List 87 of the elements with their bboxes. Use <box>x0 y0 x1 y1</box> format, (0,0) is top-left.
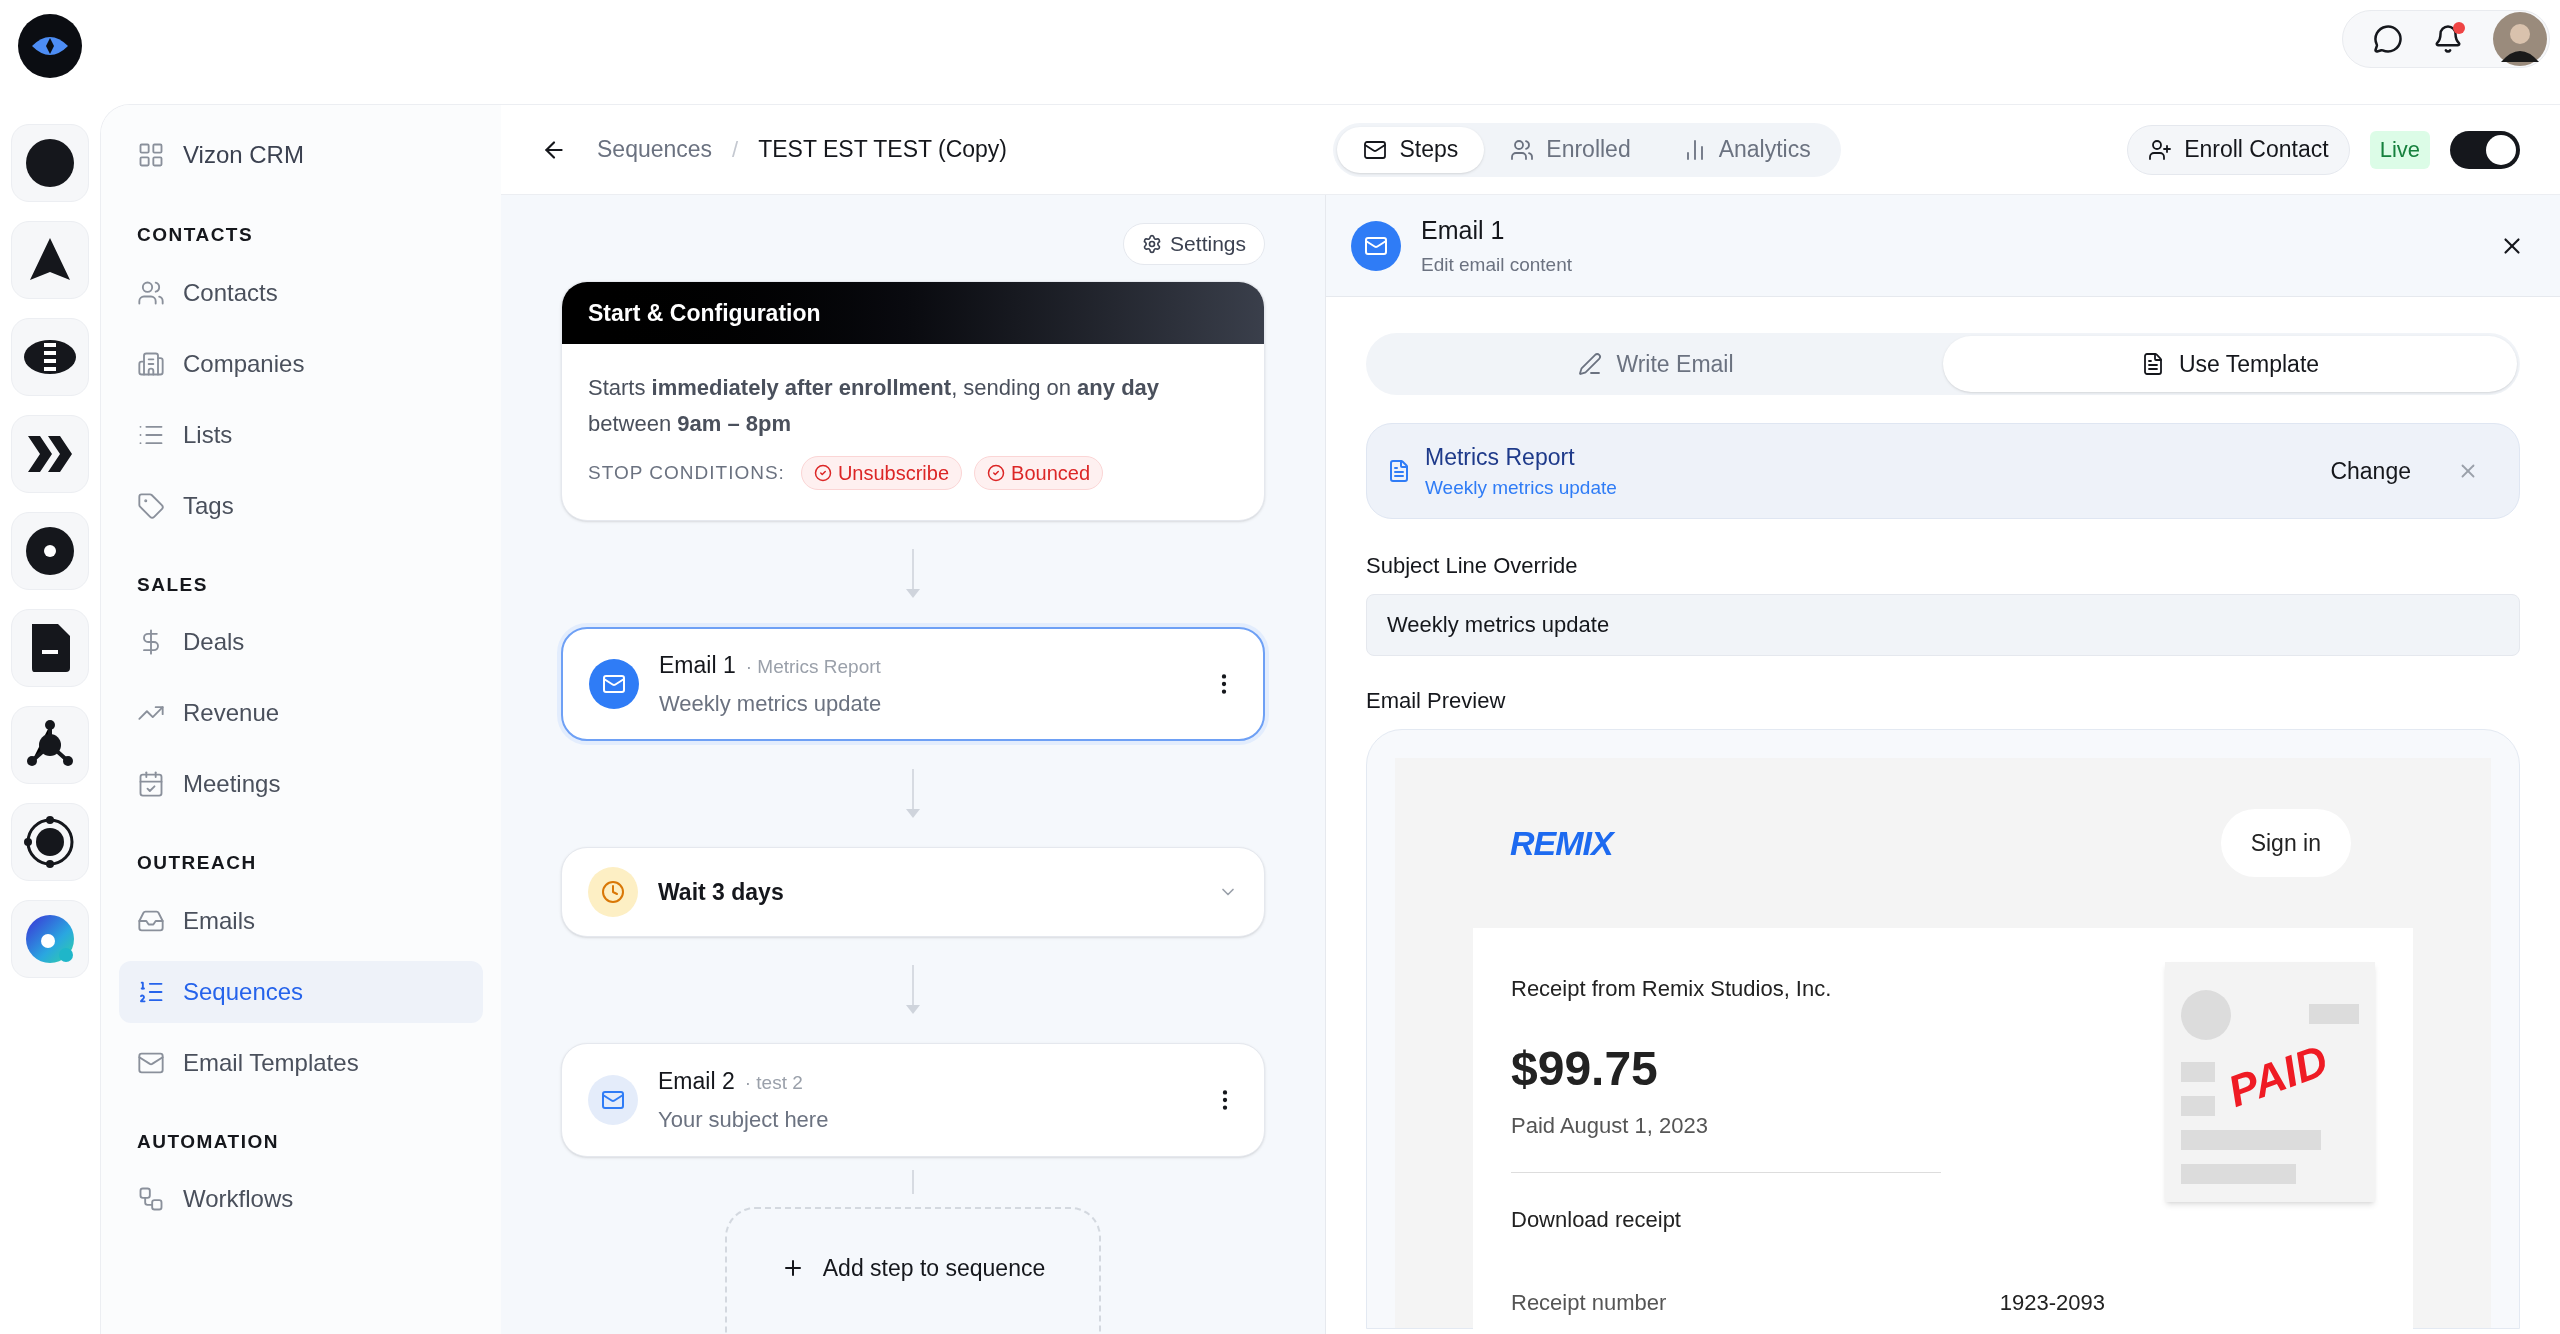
sidebar-item[interactable]: Revenue <box>119 682 483 744</box>
sidebar-item[interactable]: Emails <box>119 889 483 952</box>
mode-tab[interactable]: Write Email <box>1369 336 1943 392</box>
tag-icon <box>137 491 165 520</box>
download-link[interactable]: Download receipt <box>1511 1203 2105 1236</box>
app-button[interactable] <box>11 803 89 881</box>
app-button[interactable] <box>11 124 89 202</box>
step-template: · test 2 <box>744 1071 803 1096</box>
grid-icon <box>137 141 165 169</box>
brand-logo: REMIX <box>1510 822 1613 864</box>
user-plus-icon <box>2148 137 2173 162</box>
app-button[interactable] <box>11 609 89 687</box>
sidebar-item[interactable]: Lists <box>119 403 483 466</box>
step-title: Wait 3 days <box>658 877 785 907</box>
start-description: Starts immediately after enrollment, sending on any day between 9am – 8pm <box>588 374 1161 438</box>
stop-conditions-label: STOP CONDITIONS: <box>588 460 785 485</box>
sidebar-item[interactable]: Email Templates <box>119 1031 483 1094</box>
check-circle-icon <box>987 464 1006 482</box>
breadcrumb-separator: / <box>732 136 739 164</box>
check-circle-icon <box>813 464 832 482</box>
clock-icon <box>601 880 625 904</box>
paid-date: Paid August 1, 2023 <box>1511 1112 1709 1140</box>
app-button[interactable] <box>11 706 89 784</box>
document-icon <box>1387 459 1411 483</box>
workflow-icon <box>137 1185 165 1213</box>
paid-stamp-text: PAID <box>2222 1037 2334 1115</box>
receipt-from: Receipt from Remix Studios, Inc. <box>1511 975 1833 1003</box>
subject-field[interactable]: Weekly metrics update <box>1366 594 2520 656</box>
section-heading: SALES <box>136 572 209 597</box>
add-step-button[interactable]: Add step to sequence <box>725 1207 1101 1334</box>
workspace-name: Vizon CRM <box>183 140 304 170</box>
sidebar-item[interactable]: Companies <box>119 332 483 395</box>
live-toggle[interactable] <box>2450 130 2520 169</box>
sidebar-item[interactable]: Meetings <box>119 753 483 815</box>
section-heading: OUTREACH <box>136 851 258 875</box>
pen-icon <box>1578 352 1603 376</box>
field-label: Subject Line Override <box>1366 552 1579 580</box>
section-heading: CONTACTS <box>136 223 255 247</box>
step-subject: Weekly metrics update <box>659 689 883 718</box>
field-label: Email Preview <box>1366 687 1507 715</box>
stop-condition-tag: Unsubscribe <box>800 456 963 490</box>
sign-in-button[interactable]: Sign in <box>2220 809 2351 877</box>
section-heading: AUTOMATION <box>136 1129 280 1154</box>
app-button[interactable] <box>11 415 89 493</box>
app-button[interactable] <box>11 318 89 396</box>
start-card-title: Start & Configuration <box>562 282 1264 344</box>
editor-subtitle: Edit email content <box>1421 253 1574 277</box>
app-button[interactable] <box>11 221 89 299</box>
bell-icon <box>2433 24 2463 54</box>
template-subject: Weekly metrics update <box>1425 476 1618 500</box>
notification-button[interactable] <box>2433 24 2463 54</box>
receipt-number: 1923-2093 <box>1999 1289 2105 1317</box>
view-tab[interactable]: Enrolled <box>1484 126 1657 173</box>
mode-tab[interactable]: Use Template <box>1943 336 2517 392</box>
chat-icon[interactable] <box>2373 24 2403 54</box>
view-tab[interactable]: Analytics <box>1656 126 1837 173</box>
template-name: Metrics Report <box>1425 442 1576 472</box>
amount: $99.75 <box>1511 1041 1659 1097</box>
avatar[interactable] <box>2493 12 2547 66</box>
envelope-icon <box>602 672 626 696</box>
breadcrumb-current: TEST EST TEST (Copy) <box>758 135 1008 165</box>
stop-condition-tag: Bounced <box>974 456 1104 490</box>
status-badge: Live <box>2369 130 2430 169</box>
view-tab[interactable]: Steps <box>1337 126 1485 173</box>
sidebar-item[interactable]: Contacts <box>119 261 483 324</box>
enroll-contact-button[interactable]: Enroll Contact <box>2127 124 2350 175</box>
change-button[interactable]: Change <box>2320 449 2421 493</box>
settings-button[interactable]: Settings <box>1123 223 1265 265</box>
people-icon <box>1510 137 1535 162</box>
wait-step-card[interactable]: Wait 3 days <box>561 847 1265 937</box>
app-logo[interactable] <box>18 14 82 78</box>
sidebar-item[interactable]: Sequences <box>119 960 483 1023</box>
sidebar-item[interactable]: Tags <box>119 474 483 537</box>
step-title: Email 1 <box>659 651 736 681</box>
editor-title: Email 1 <box>1421 214 1506 246</box>
step-title: Email 2 <box>658 1067 735 1097</box>
sidebar-item[interactable]: Deals <box>119 611 483 673</box>
calendar-icon <box>137 770 165 798</box>
envelope-icon <box>601 1088 625 1112</box>
settings-icon <box>1142 234 1163 254</box>
receipt-label: Receipt number <box>1511 1289 1667 1317</box>
step-template: · Metrics Report <box>745 655 881 680</box>
step-subject: Your subject here <box>658 1105 830 1134</box>
app-button[interactable] <box>11 512 89 590</box>
breadcrumb-link[interactable]: Sequences <box>597 132 713 167</box>
sidebar-item[interactable]: Workflows <box>119 1168 483 1230</box>
email-step-card[interactable]: Email 2 · test 2 Your subject here <box>561 1043 1265 1157</box>
